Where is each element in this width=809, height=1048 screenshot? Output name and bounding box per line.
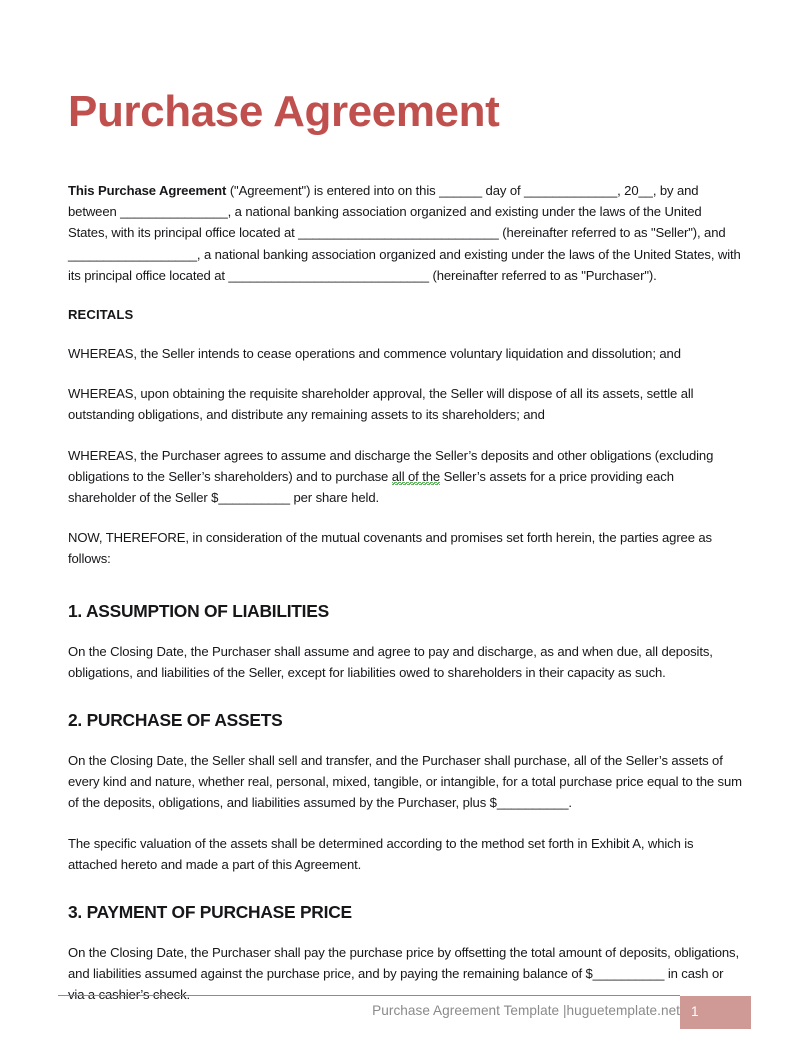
now-therefore-paragraph: NOW, THEREFORE, in consideration of the … [68, 530, 712, 567]
document-page: Purchase Agreement This Purchase Agreeme… [0, 0, 809, 1048]
section-heading-2: 2. PURCHASE OF ASSETS [68, 710, 283, 731]
section-1-paragraph-1: On the Closing Date, the Purchaser shall… [68, 643, 713, 680]
grammar-flagged-text: all of the [391, 468, 441, 485]
recital-paragraph-3: WHEREAS, the Purchaser agrees to assume … [68, 445, 742, 509]
section-heading-1: 1. ASSUMPTION OF LIABILITIES [68, 600, 329, 621]
intro-paragraph: This Purchase Agreement ("Agreement") is… [68, 180, 742, 286]
section-2-paragraph-1: On the Closing Date, the Seller shall se… [68, 753, 742, 811]
document-body: This Purchase Agreement ("Agreement") is… [68, 180, 742, 1025]
recitals-heading: RECITALS [68, 307, 134, 323]
page-title: Purchase Agreement [68, 87, 500, 137]
intro-bold-lead: This Purchase Agreement [68, 183, 227, 198]
section-2-paragraph-2: The specific valuation of the assets sha… [68, 835, 694, 872]
footer-label: Purchase Agreement Template |huguetempla… [372, 1003, 680, 1018]
page-number-badge: 1 [680, 996, 751, 1029]
recital-paragraph-1: WHEREAS, the Seller intends to cease ope… [68, 346, 681, 362]
footer-divider [58, 995, 680, 996]
page-number-value: 1 [691, 1004, 699, 1019]
recital-paragraph-2: WHEREAS, upon obtaining the requisite sh… [68, 386, 694, 423]
section-heading-3: 3. PAYMENT OF PURCHASE PRICE [68, 902, 352, 923]
